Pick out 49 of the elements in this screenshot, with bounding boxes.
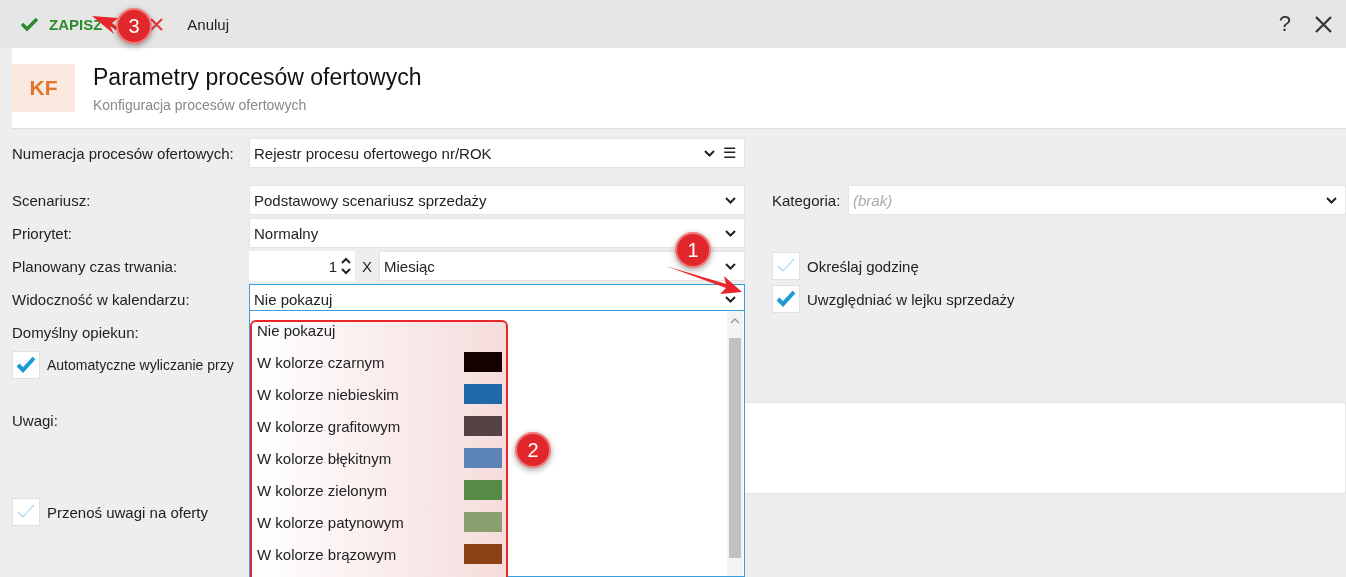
cancel-button[interactable]: Anuluj	[150, 15, 230, 33]
chevron-down-icon	[725, 295, 736, 303]
field-label: Domyślny opiekun:	[12, 323, 139, 341]
close-icon	[150, 17, 164, 31]
chevron-down-icon	[725, 262, 736, 270]
dropdown-option[interactable]: Nie pokazuj	[250, 315, 510, 345]
close-icon[interactable]	[1315, 15, 1332, 33]
save-button[interactable]: ZAPISZ	[20, 15, 103, 33]
dropdown-option[interactable]: W kolorze brązowym	[250, 539, 510, 569]
checkmark-icon	[16, 356, 36, 374]
checkbox-label: Przenoś uwagi na oferty	[47, 503, 208, 521]
dropdown-option[interactable]: W kolorze niebieskim	[250, 379, 510, 409]
chevron-down-icon	[725, 196, 736, 204]
scrollbar[interactable]	[727, 311, 743, 576]
number-field[interactable]: 1	[249, 251, 355, 281]
chevron-down-icon	[725, 229, 736, 237]
module-badge: KF	[12, 64, 75, 112]
dropdown-field[interactable]: Rejestr procesu ofertowego nr/ROK ☰	[249, 138, 745, 168]
spinner-arrows-icon[interactable]	[341, 256, 351, 276]
multiply-sign: X	[361, 257, 373, 275]
checkbox[interactable]	[12, 498, 40, 526]
checkmark-icon	[20, 16, 39, 32]
checkbox[interactable]	[772, 285, 800, 313]
dropdown-option[interactable]: W kolorze błękitnym	[250, 443, 510, 473]
dropdown-option[interactable]: W kolorze czarnym	[250, 347, 510, 377]
dropdown-option[interactable]: W kolorze patynowym	[250, 507, 510, 537]
scroll-up-icon[interactable]	[730, 317, 740, 324]
menu-icon[interactable]: ☰	[723, 144, 736, 162]
field-label: Kategoria:	[772, 191, 841, 209]
checkbox[interactable]	[12, 351, 40, 379]
checkbox-label: Uwzględniać w lejku sprzedaży	[807, 290, 1015, 308]
chevron-down-icon	[704, 149, 715, 157]
field-label: Priorytet:	[12, 224, 72, 242]
page-title: Parametry procesów ofertowych	[93, 63, 422, 91]
field-label: Planowany czas trwania:	[12, 257, 178, 275]
checkmark-icon	[776, 290, 796, 308]
dropdown-option[interactable]: W kolorze grafitowym	[250, 411, 510, 441]
field-label: Numeracja procesów ofertowych:	[12, 144, 234, 162]
help-button[interactable]: ?	[1278, 11, 1291, 37]
checkbox-label: Automatyczne wyliczanie przy	[47, 357, 234, 373]
dropdown-option[interactable]: W kolorze zielonym	[250, 475, 510, 505]
page-subtitle: Konfiguracja procesów ofertowych	[93, 96, 308, 113]
field-label: Uwagi:	[12, 412, 58, 429]
checkbox-label: Określaj godzinę	[807, 257, 919, 275]
chevron-down-icon	[1326, 196, 1337, 204]
dropdown-field[interactable]: Podstawowy scenariusz sprzedaży	[249, 185, 745, 215]
field-label: Widoczność w kalendarzu:	[12, 290, 190, 308]
field-label: Scenariusz:	[12, 191, 91, 209]
checkbox[interactable]	[772, 252, 800, 280]
